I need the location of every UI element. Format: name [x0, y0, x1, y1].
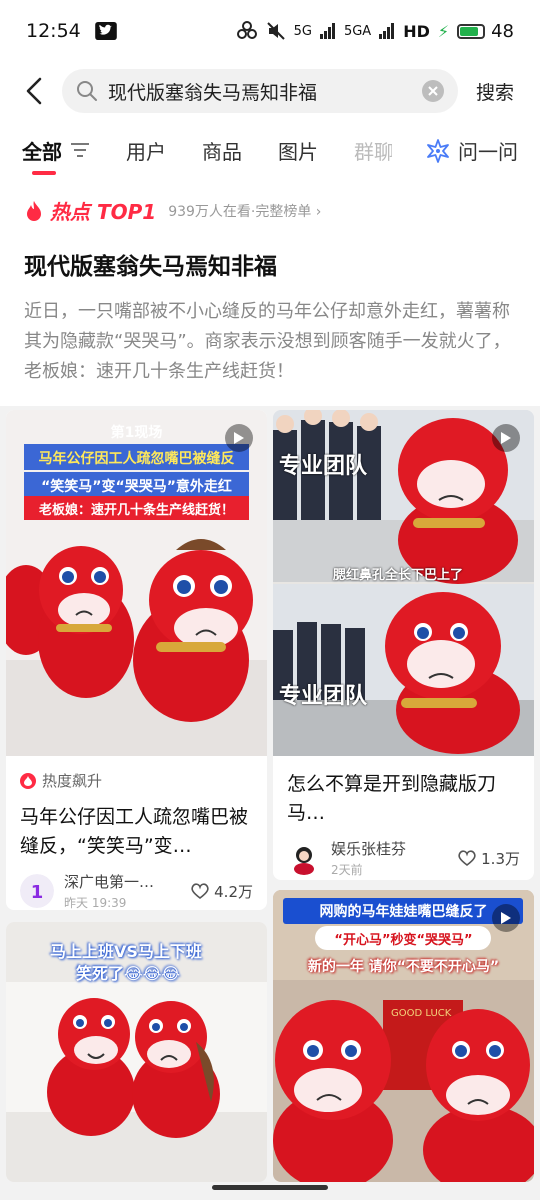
play-button[interactable] — [492, 904, 520, 932]
signal-icon-1 — [319, 23, 335, 39]
card-title: 马年公仔因工人疏忽嘴巴被缝反，“笑笑马”变… — [20, 806, 249, 857]
status-time: 12:54 — [26, 20, 81, 42]
thumb-line1: 马上上班VS马上下班 — [50, 942, 202, 961]
clear-search-button[interactable] — [422, 80, 444, 102]
author-name[interactable]: 娱乐张桂芬 — [331, 838, 458, 859]
tab-groups[interactable]: 群聊 — [354, 136, 392, 165]
hd-label: HD — [403, 21, 430, 41]
note-card[interactable]: 第1现场 马年公仔因工人疏忽嘴巴被缝反 “笑笑马”变“哭哭马”意外走红 老板娘：… — [6, 410, 267, 910]
net2-label: 5GA — [343, 23, 372, 39]
home-indicator[interactable] — [212, 1185, 328, 1190]
card-thumbnail: 第1现场 马年公仔因工人疏忽嘴巴被缝反 “笑笑马”变“哭哭马”意外走红 老板娘：… — [6, 410, 267, 756]
trending-icon — [20, 772, 36, 789]
battery: 48 — [457, 21, 514, 42]
svg-text:1: 1 — [31, 882, 44, 903]
heart-icon — [191, 883, 209, 899]
filter-tabs: 全部 用户 商品 图片 群聊 问一问 — [0, 120, 540, 180]
search-button[interactable]: 搜索 — [476, 78, 514, 105]
play-icon — [501, 432, 511, 444]
flame-icon — [27, 200, 41, 221]
like-button[interactable]: 4.2万 — [191, 881, 253, 902]
mute-icon — [266, 22, 285, 40]
hot-summary: 近日，一只嘴部被不小心缝反的马年公仔却意外走红，薯薯称其为隐藏款“哭哭马”。商家… — [24, 301, 511, 382]
card-author-row: 娱乐张桂芬 2天前 1.3万 — [273, 838, 534, 878]
play-icon — [234, 432, 244, 444]
charging-icon: ⚡ — [437, 21, 450, 41]
hot-meta-link[interactable]: 939万人在看·完整榜单 › — [168, 201, 321, 221]
note-card[interactable]: 马上上班VS马上下班 笑死了😂😂😂 — [6, 922, 267, 1182]
battery-level: 48 — [491, 20, 514, 42]
trend-label: 热度飙升 — [42, 772, 103, 790]
tab-all-label: 全部 — [22, 139, 62, 164]
post-date: 昨天 19:39 — [64, 896, 127, 910]
net1-label: 5G — [293, 23, 312, 39]
thumb-line3: 老板娘：速开几十条生产线赶货！ — [38, 503, 234, 518]
trend-badge: 热度飙升 — [6, 770, 267, 791]
hot-topic-card[interactable]: 热点 TOP1 939万人在看·完整榜单 › 现代版塞翁失马焉知非福 近日，一只… — [0, 180, 540, 406]
thumb-text-2: 专业团队 — [279, 684, 368, 709]
ask-button[interactable]: 问一问 — [426, 136, 518, 165]
thumb-line1: 马年公仔因工人疏忽嘴巴被缝反 — [38, 451, 235, 467]
thumb-line2: “笑笑马”变“哭哭马”意外走红 — [41, 479, 232, 495]
thumb-sign: GOOD LUCK — [391, 1008, 452, 1019]
thumb-line3: 新的一年 请你“不要不开心马” — [307, 959, 500, 975]
ask-label: 问一问 — [458, 140, 518, 164]
play-button[interactable] — [492, 424, 520, 452]
card-thumbnail: 专业团队 腮红鼻孔全长下巴上了 专业团队 — [273, 410, 534, 756]
twitter-icon — [94, 22, 117, 40]
status-icons: 5G 5GA HD ⚡ 48 — [236, 21, 514, 42]
search-header: 现代版塞翁失马焉知非福 搜索 — [0, 62, 540, 120]
like-count: 4.2万 — [214, 882, 253, 901]
card-title: 怎么不算是开到隐藏版刀马… — [287, 773, 497, 824]
ask-sparkle-icon — [427, 138, 449, 163]
close-icon — [428, 86, 438, 96]
note-card[interactable]: 网购的马年娃娃嘴巴缝反了 “开心马”秒变“哭哭马” 新的一年 请你“不要不开心马… — [273, 890, 534, 1182]
card-thumbnail: 马上上班VS马上下班 笑死了😂😂😂 — [6, 922, 267, 1182]
note-card[interactable]: 专业团队 腮红鼻孔全长下巴上了 专业团队 怎么不算是开到隐藏版刀马… 娱乐张桂芬… — [273, 410, 534, 880]
link-icon — [236, 21, 257, 39]
filter-icon[interactable] — [70, 142, 90, 158]
thumb-line2: “开心马”秒变“哭哭马” — [334, 933, 473, 948]
avatar[interactable]: 1 — [20, 874, 54, 908]
like-count: 1.3万 — [481, 849, 520, 868]
hot-rank-line: 热点 TOP1 939万人在看·完整榜单 › — [24, 196, 516, 225]
status-bar: 12:54 5G 5GA HD ⚡ 48 — [0, 0, 540, 62]
post-date: 2天前 — [331, 863, 363, 877]
search-input[interactable]: 现代版塞翁失马焉知非福 — [62, 69, 458, 113]
avatar[interactable] — [287, 841, 321, 875]
hot-title: 现代版塞翁失马焉知非福 — [24, 254, 277, 280]
tab-all[interactable]: 全部 — [22, 136, 90, 175]
thumb-text-1: 专业团队 — [279, 454, 368, 479]
play-button[interactable] — [225, 424, 253, 452]
thumb-subtitle: 腮红鼻孔全长下巴上了 — [333, 568, 464, 583]
play-icon — [501, 912, 511, 924]
tab-users[interactable]: 用户 — [126, 136, 166, 165]
search-icon — [77, 81, 97, 101]
signal-icon-2 — [379, 23, 395, 39]
tab-products[interactable]: 商品 — [202, 136, 242, 165]
card-author-row: 1 深广电第一… 昨天 19:39 4.2万 — [6, 871, 267, 910]
back-button[interactable] — [14, 71, 54, 111]
like-button[interactable]: 1.3万 — [458, 848, 520, 869]
search-query[interactable]: 现代版塞翁失马焉知非福 — [108, 78, 422, 105]
card-thumbnail: 网购的马年娃娃嘴巴缝反了 “开心马”秒变“哭哭马” 新的一年 请你“不要不开心马… — [273, 890, 534, 1182]
back-arrow-icon — [26, 77, 42, 105]
heart-icon — [458, 850, 476, 866]
battery-icon — [457, 23, 486, 39]
tab-images[interactable]: 图片 — [278, 136, 318, 165]
author-name[interactable]: 深广电第一… — [64, 871, 191, 892]
thumb-line2: 笑死了😂😂😂 — [76, 964, 181, 983]
hot-badge: 热点 TOP1 — [50, 200, 157, 224]
